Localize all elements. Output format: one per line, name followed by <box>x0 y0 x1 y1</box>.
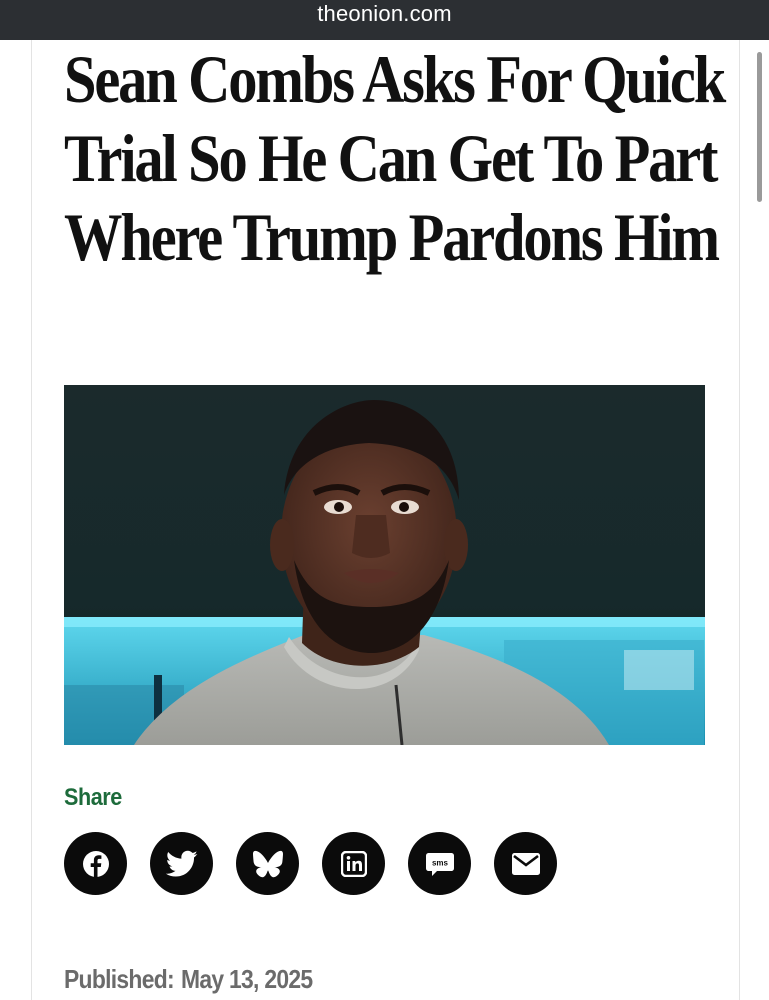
browser-url-bar[interactable]: theonion.com <box>0 0 769 40</box>
article-headline: Sean Combs Asks For Quick Trial So He Ca… <box>64 41 726 275</box>
linkedin-share-button[interactable] <box>322 832 385 895</box>
bluesky-share-button[interactable] <box>236 832 299 895</box>
published-label: Published: <box>64 964 175 994</box>
email-share-button[interactable] <box>494 832 557 895</box>
published-line: Published: May 13, 2025 <box>64 964 313 994</box>
sms-share-button[interactable]: sms <box>408 832 471 895</box>
twitter-share-button[interactable] <box>150 832 213 895</box>
article-photo <box>64 385 705 745</box>
share-label: Share <box>64 784 122 811</box>
photo-illustration <box>64 385 705 745</box>
sms-icon-text: sms <box>431 858 448 867</box>
email-icon <box>511 852 540 875</box>
facebook-icon <box>82 850 109 877</box>
twitter-icon <box>165 850 197 877</box>
bluesky-icon <box>252 850 283 877</box>
linkedin-icon <box>340 850 367 877</box>
url-text[interactable]: theonion.com <box>317 1 452 27</box>
sms-icon: sms <box>425 852 454 876</box>
share-buttons: sms <box>64 832 557 896</box>
published-date: May 13, 2025 <box>180 964 313 994</box>
facebook-share-button[interactable] <box>64 832 127 895</box>
scrollbar[interactable] <box>757 52 762 202</box>
